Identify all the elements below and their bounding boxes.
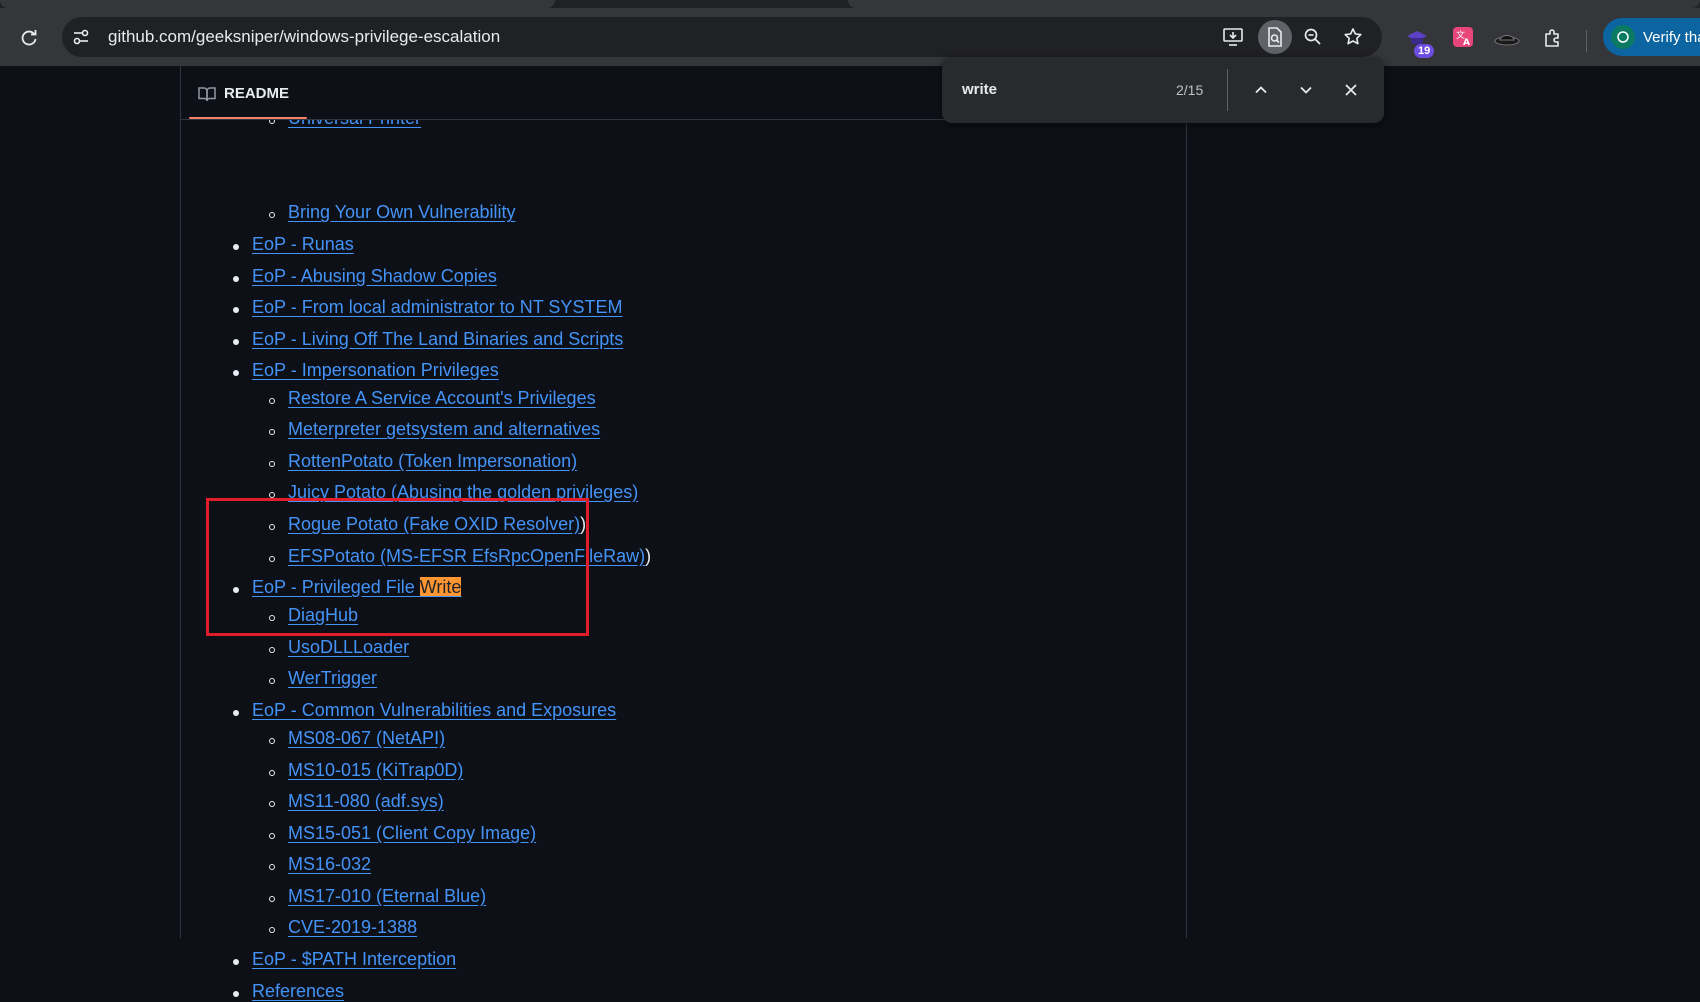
toc-subitem: MS11-080 (adf.sys) xyxy=(288,791,444,812)
toc-item: EoP - Common Vulnerabilities and Exposur… xyxy=(252,700,616,721)
trailing-text: ) xyxy=(645,546,652,566)
readme-tab[interactable]: README xyxy=(198,85,289,102)
toc-link[interactable]: WerTrigger xyxy=(288,668,377,688)
toc-link[interactable]: EoP - Impersonation Privileges xyxy=(252,360,499,380)
verify-shield-icon xyxy=(1611,25,1635,49)
list-bullet xyxy=(233,710,239,716)
toc-link[interactable]: EoP - Runas xyxy=(252,234,354,254)
annotation-highlight-box xyxy=(206,498,589,636)
list-sub-bullet xyxy=(269,896,275,902)
list-sub-bullet xyxy=(269,833,275,839)
toc-link[interactable]: CVE-2019-1388 xyxy=(288,917,417,937)
list-sub-bullet xyxy=(269,864,275,870)
toc-link[interactable]: RottenPotato (Token Impersonation) xyxy=(288,451,577,471)
toc-item: References xyxy=(252,981,344,1002)
extension-badge: 19 xyxy=(1414,44,1435,58)
verify-label: Verify tha xyxy=(1643,28,1700,46)
reload-icon[interactable] xyxy=(14,23,44,53)
toc-link[interactable]: MS17-010 (Eternal Blue) xyxy=(288,886,486,906)
active-tab-edge[interactable] xyxy=(0,0,555,8)
toc-subitem: MS15-051 (Client Copy Image) xyxy=(288,823,536,844)
toc-subitem: MS08-067 (NetAPI) xyxy=(288,728,445,749)
toc-item: EoP - Runas xyxy=(252,234,354,255)
list-sub-bullet xyxy=(269,212,275,218)
list-bullet xyxy=(233,959,239,965)
toc-link[interactable]: MS10-015 (KiTrap0D) xyxy=(288,760,463,780)
list-sub-bullet xyxy=(269,801,275,807)
list-sub-bullet xyxy=(269,429,275,435)
url-text[interactable]: github.com/geeksniper/windows-privilege-… xyxy=(108,27,500,47)
toc-link[interactable]: MS11-080 (adf.sys) xyxy=(288,791,444,811)
list-sub-bullet xyxy=(269,647,275,653)
toc-link[interactable]: Bring Your Own Vulnerability xyxy=(288,202,515,222)
chevron-down-icon[interactable] xyxy=(1291,75,1321,105)
toc-item: EoP - $PATH Interception xyxy=(252,949,456,970)
toc-link[interactable]: EoP - From local administrator to NT SYS… xyxy=(252,297,622,317)
list-bullet xyxy=(233,370,239,376)
puzzle-icon[interactable] xyxy=(1540,25,1566,51)
close-icon[interactable] xyxy=(1336,75,1366,105)
toc-subitem: Restore A Service Account's Privileges xyxy=(288,388,596,409)
toc-subitem: MS10-015 (KiTrap0D) xyxy=(288,760,463,781)
find-bar: write 2/15 xyxy=(942,57,1384,123)
toc-subitem: Bring Your Own Vulnerability xyxy=(288,202,515,223)
find-count: 2/15 xyxy=(1176,82,1204,98)
list-bullet xyxy=(233,339,239,345)
svg-text:A: A xyxy=(1463,38,1470,48)
list-bullet xyxy=(233,244,239,250)
toc-link[interactable]: EoP - Living Off The Land Binaries and S… xyxy=(252,329,623,349)
verify-button[interactable]: Verify tha xyxy=(1603,18,1700,56)
hat-icon[interactable] xyxy=(1492,26,1522,50)
list-sub-bullet xyxy=(269,678,275,684)
toc-link[interactable]: EoP - $PATH Interception xyxy=(252,949,456,969)
toc-link[interactable]: EoP - Common Vulnerabilities and Exposur… xyxy=(252,700,616,720)
toc-subitem: MS17-010 (Eternal Blue) xyxy=(288,886,486,907)
active-tab-indicator xyxy=(189,117,307,119)
list-sub-bullet xyxy=(269,738,275,744)
translate-icon[interactable]: 文A xyxy=(1450,24,1476,50)
site-settings-icon[interactable] xyxy=(66,22,96,52)
toc-subitem: RottenPotato (Token Impersonation) xyxy=(288,451,577,472)
toc-link[interactable]: MS15-051 (Client Copy Image) xyxy=(288,823,536,843)
find-divider xyxy=(1227,69,1228,111)
toc-subitem: UsoDLLLoader xyxy=(288,637,409,658)
toc-subitem: WerTrigger xyxy=(288,668,377,689)
bookmark-star-icon[interactable] xyxy=(1338,22,1368,52)
toc-link[interactable]: References xyxy=(252,981,344,1001)
toc-link[interactable]: EoP - Abusing Shadow Copies xyxy=(252,266,497,286)
toc-link[interactable]: MS16-032 xyxy=(288,854,371,874)
toc-item: EoP - Abusing Shadow Copies xyxy=(252,266,497,287)
tab-edge[interactable] xyxy=(848,0,1700,8)
toc-item: EoP - Living Off The Land Binaries and S… xyxy=(252,329,623,350)
toc-link[interactable]: Meterpreter getsystem and alternatives xyxy=(288,419,600,439)
readme-tab-label: README xyxy=(224,85,290,102)
install-app-icon[interactable] xyxy=(1218,22,1248,52)
toc-subitem: CVE-2019-1388 xyxy=(288,917,417,938)
toc-item: EoP - From local administrator to NT SYS… xyxy=(252,297,622,318)
browser-toolbar: github.com/geeksniper/windows-privilege-… xyxy=(0,8,1700,66)
list-sub-bullet xyxy=(269,398,275,404)
find-input[interactable]: write xyxy=(962,81,997,98)
toc-link[interactable]: Restore A Service Account's Privileges xyxy=(288,388,596,408)
list-bullet xyxy=(233,307,239,313)
zoom-icon[interactable] xyxy=(1298,22,1328,52)
list-bullet xyxy=(233,276,239,282)
toolbar-divider xyxy=(1586,30,1587,52)
list-bullet xyxy=(233,991,239,997)
toc-link[interactable]: UsoDLLLoader xyxy=(288,637,409,657)
toc-subitem: MS16-032 xyxy=(288,854,371,875)
toc-link[interactable]: MS08-067 (NetAPI) xyxy=(288,728,445,748)
book-icon xyxy=(198,86,216,102)
toc-item: EoP - Impersonation Privileges xyxy=(252,360,499,381)
toc-subitem: Meterpreter getsystem and alternatives xyxy=(288,419,600,440)
list-sub-bullet xyxy=(269,461,275,467)
chevron-up-icon[interactable] xyxy=(1246,75,1276,105)
list-sub-bullet xyxy=(269,770,275,776)
find-in-page-icon[interactable] xyxy=(1258,20,1292,54)
address-bar[interactable]: github.com/geeksniper/windows-privilege-… xyxy=(62,17,1382,57)
list-sub-bullet xyxy=(269,927,275,933)
